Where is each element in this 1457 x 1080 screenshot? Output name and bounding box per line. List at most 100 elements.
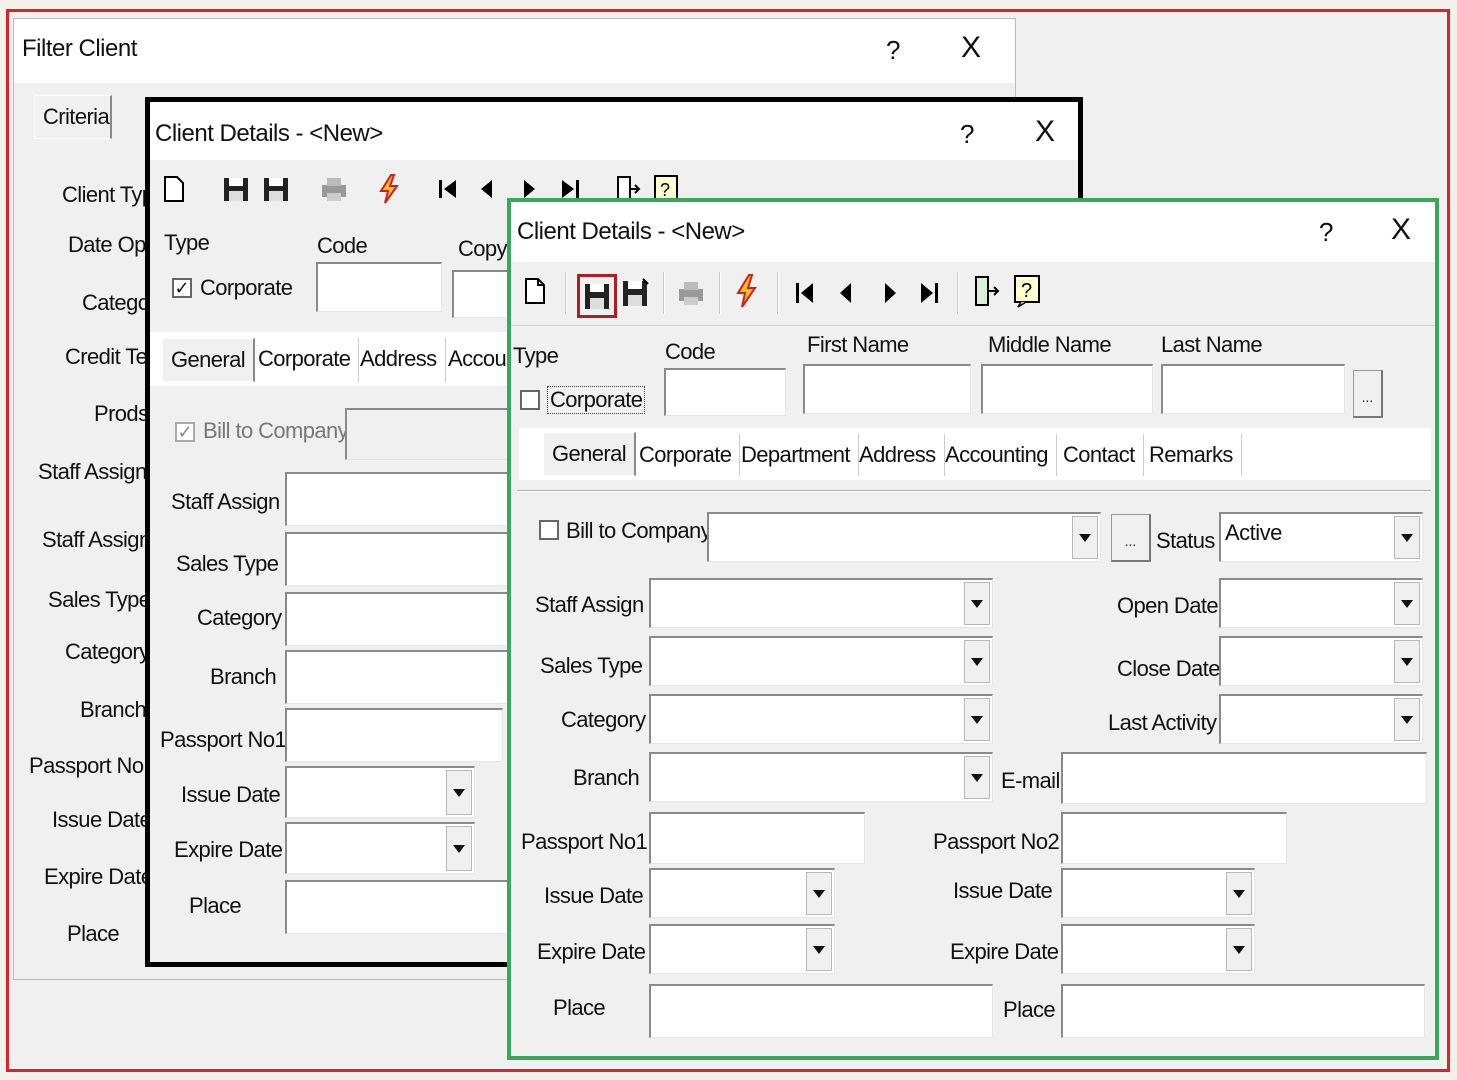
back-place-input[interactable]	[285, 880, 515, 934]
back-bill-to-company-checkbox[interactable]: ✓	[175, 422, 195, 442]
dropdown-arrow-icon[interactable]	[964, 640, 990, 683]
back-branch-input[interactable]	[285, 650, 515, 704]
lightning-icon[interactable]	[731, 274, 763, 308]
front-category-combo[interactable]	[649, 694, 993, 744]
next-record-icon[interactable]	[873, 276, 905, 310]
front-tab-contact[interactable]: Contact	[1055, 434, 1144, 476]
dropdown-arrow-icon[interactable]	[1072, 516, 1098, 559]
front-name-browse-button[interactable]: ...	[1353, 370, 1383, 418]
lightning-icon[interactable]	[374, 172, 406, 206]
dropdown-arrow-icon[interactable]	[1226, 872, 1252, 915]
front-tab-address[interactable]: Address	[851, 434, 945, 476]
save-icon[interactable]	[577, 274, 617, 318]
first-record-icon[interactable]	[432, 172, 464, 206]
front-branch-combo[interactable]	[649, 752, 993, 802]
filter-close-button[interactable]: X	[961, 31, 981, 65]
dropdown-arrow-icon[interactable]	[964, 756, 990, 799]
dropdown-arrow-icon[interactable]	[806, 928, 832, 971]
filter-help-button[interactable]: ?	[886, 35, 900, 66]
filter-tab-criteria[interactable]: Criteria	[34, 95, 112, 139]
save-close-icon[interactable]	[619, 276, 651, 310]
front-corporate-checkbox[interactable]	[520, 390, 540, 410]
front-bill-to-company-checkbox[interactable]	[539, 520, 559, 540]
front-last-activity-combo[interactable]	[1219, 694, 1423, 744]
back-tab-general[interactable]: General	[162, 338, 256, 382]
dropdown-arrow-icon[interactable]	[446, 770, 472, 815]
filter-label: Expire Date	[44, 864, 153, 889]
filter-label: Sales Type	[48, 587, 151, 612]
exit-icon[interactable]	[971, 274, 1003, 308]
print-icon[interactable]	[318, 172, 350, 206]
front-expire-date-combo[interactable]	[649, 924, 835, 974]
back-help-button[interactable]: ?	[960, 119, 974, 150]
previous-record-icon[interactable]	[472, 172, 504, 206]
save-icon[interactable]	[220, 172, 252, 206]
help-icon[interactable]: ?	[1011, 274, 1043, 308]
front-issue-date-combo[interactable]	[649, 868, 835, 918]
dropdown-arrow-icon[interactable]	[1394, 640, 1420, 683]
dropdown-arrow-icon[interactable]	[1226, 928, 1252, 971]
front-bill-to-company-combo[interactable]	[707, 512, 1101, 562]
front-middle-name-input[interactable]	[981, 364, 1153, 414]
front-bill-browse-button[interactable]: ...	[1111, 514, 1151, 562]
front-place-input[interactable]	[649, 984, 993, 1038]
first-record-icon[interactable]	[789, 276, 821, 310]
dropdown-arrow-icon[interactable]	[964, 582, 990, 625]
front-status-combo[interactable]: Active	[1219, 512, 1423, 562]
front-passport-no2-input[interactable]	[1061, 812, 1287, 864]
front-tab-corporate[interactable]: Corporate	[631, 434, 741, 476]
print-icon[interactable]	[675, 276, 707, 310]
toolbar-separator	[957, 272, 959, 314]
front-code-input[interactable]	[664, 368, 786, 416]
front-close-date-label: Close Date	[1117, 656, 1220, 681]
front-help-button[interactable]: ?	[1319, 217, 1333, 248]
new-document-icon[interactable]	[158, 172, 190, 206]
back-issue-date-label: Issue Date	[181, 782, 281, 807]
tab-panel-border	[517, 490, 1431, 492]
front-tab-general[interactable]: General	[543, 432, 637, 476]
back-copy-input[interactable]	[452, 270, 512, 318]
back-expire-date-combo[interactable]	[285, 822, 475, 874]
front-close-date-combo[interactable]	[1219, 636, 1423, 686]
front-tab-accounting[interactable]: Accounting	[937, 434, 1057, 476]
front-tab-bar: General Corporate Department Address Acc…	[519, 428, 1431, 480]
dropdown-arrow-icon[interactable]	[446, 826, 472, 871]
back-corporate-checkbox[interactable]: ✓	[172, 278, 192, 298]
back-staff-assign-input[interactable]	[285, 472, 515, 526]
back-tab-corporate[interactable]: Corporate	[250, 338, 360, 382]
front-place-2-input[interactable]	[1061, 984, 1425, 1038]
back-passport-no1-input[interactable]	[285, 708, 503, 762]
back-code-input[interactable]	[316, 262, 442, 312]
dropdown-arrow-icon[interactable]	[964, 698, 990, 741]
svg-text:?: ?	[660, 180, 670, 200]
save-close-icon[interactable]	[260, 172, 292, 206]
dropdown-arrow-icon[interactable]	[1394, 516, 1420, 559]
back-sales-type-input[interactable]	[285, 532, 515, 586]
front-first-name-input[interactable]	[803, 364, 971, 414]
dropdown-arrow-icon[interactable]	[1394, 582, 1420, 625]
front-close-button[interactable]: X	[1391, 213, 1411, 247]
front-tab-department[interactable]: Department	[733, 434, 859, 476]
previous-record-icon[interactable]	[831, 276, 863, 310]
dropdown-arrow-icon[interactable]	[1394, 698, 1420, 741]
front-email-input[interactable]	[1061, 752, 1427, 804]
back-issue-date-combo[interactable]	[285, 766, 475, 818]
front-place-label: Place	[553, 995, 606, 1020]
front-staff-assign-combo[interactable]	[649, 578, 993, 628]
front-sales-type-combo[interactable]	[649, 636, 993, 686]
front-tab-remarks[interactable]: Remarks	[1141, 434, 1242, 476]
back-tab-address[interactable]: Address	[352, 338, 446, 382]
front-expire-date-2-combo[interactable]	[1061, 924, 1255, 974]
back-tab-accounting[interactable]: Accou	[440, 338, 516, 382]
front-issue-date-2-combo[interactable]	[1061, 868, 1255, 918]
dropdown-arrow-icon[interactable]	[806, 872, 832, 915]
new-document-icon[interactable]	[519, 274, 551, 308]
back-bill-to-company-input[interactable]	[345, 408, 515, 460]
last-record-icon[interactable]	[913, 276, 945, 310]
front-last-name-input[interactable]	[1161, 364, 1345, 414]
front-status-label: Status	[1156, 528, 1215, 553]
back-close-button[interactable]: X	[1035, 115, 1055, 149]
front-open-date-combo[interactable]	[1219, 578, 1423, 628]
back-category-input[interactable]	[285, 592, 515, 646]
front-passport-no1-input[interactable]	[649, 812, 865, 864]
